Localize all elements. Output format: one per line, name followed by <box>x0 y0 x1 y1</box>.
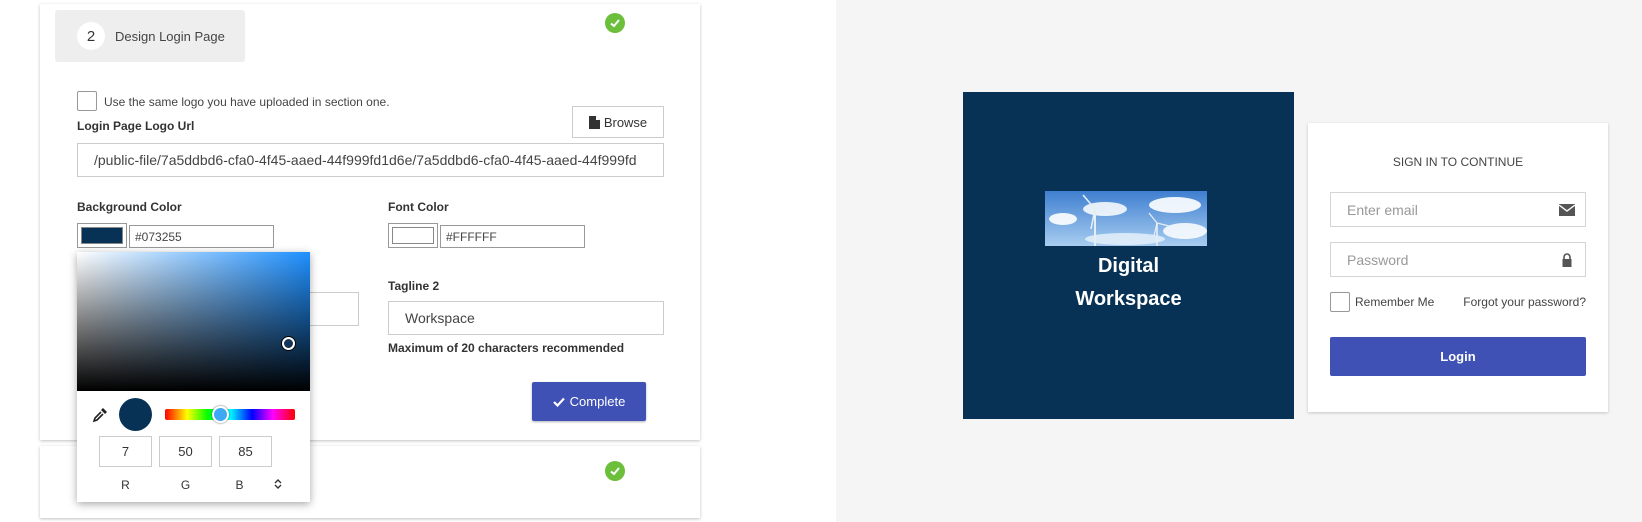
complete-button[interactable]: Complete <box>532 382 646 421</box>
background-color-label: Background Color <box>77 200 182 214</box>
tagline2-input[interactable]: Workspace <box>388 301 664 335</box>
login-button[interactable]: Login <box>1330 337 1586 376</box>
email-placeholder: Enter email <box>1347 201 1418 218</box>
logo-url-input[interactable]: /public-file/7a5ddbd6-cfa0-4f45-aaed-44f… <box>77 143 664 177</box>
blue-input[interactable]: 85 <box>219 436 272 467</box>
logo-url-label: Login Page Logo Url <box>77 119 195 133</box>
screen: 2 Design Login Page Use the same logo yo… <box>0 0 1642 522</box>
check-icon <box>552 397 565 407</box>
step-header[interactable]: 2 Design Login Page <box>55 10 245 62</box>
hue-slider-handle[interactable] <box>212 406 229 423</box>
red-label: R <box>121 478 130 492</box>
remember-me-checkbox[interactable] <box>1330 292 1350 312</box>
background-color-hex-input[interactable]: #073255 <box>129 225 274 248</box>
font-swatch-fill <box>392 227 434 244</box>
email-field[interactable]: Enter email <box>1330 192 1586 227</box>
color-picker-popup: 7 50 85 R G B <box>77 252 310 502</box>
green-label: G <box>180 478 191 492</box>
brand-tagline-2: Workspace <box>1075 288 1182 310</box>
file-icon <box>588 115 600 129</box>
brand-logo-image <box>1045 191 1207 246</box>
step-number: 2 <box>77 22 105 50</box>
background-swatch-fill <box>81 227 123 244</box>
settings-pane: 2 Design Login Page Use the same logo yo… <box>0 0 836 522</box>
brand-tagline-1: Digital <box>1097 255 1160 277</box>
saturation-value-area[interactable] <box>77 252 310 391</box>
mode-toggle-icon[interactable] <box>273 478 283 490</box>
hue-slider[interactable] <box>165 409 295 420</box>
password-placeholder: Password <box>1347 251 1409 268</box>
font-color-hex-input[interactable]: #FFFFFF <box>440 225 585 248</box>
next-step-check-icon <box>605 461 625 481</box>
background-color-swatch[interactable] <box>77 223 127 248</box>
browse-label: Browse <box>603 114 648 130</box>
font-color-swatch[interactable] <box>388 223 438 248</box>
eyedropper-icon[interactable] <box>91 406 109 424</box>
tagline2-label: Tagline 2 <box>388 279 440 293</box>
selected-color-preview <box>119 398 152 431</box>
green-input[interactable]: 50 <box>159 436 212 467</box>
brand-panel: Digital Workspace <box>963 92 1294 419</box>
saturation-handle[interactable] <box>282 337 295 350</box>
font-color-label: Font Color <box>388 200 449 214</box>
lock-icon <box>1562 253 1572 267</box>
same-logo-checkbox[interactable] <box>77 91 97 111</box>
forgot-password-link[interactable]: Forgot your password? <box>1463 295 1586 309</box>
password-field[interactable]: Password <box>1330 242 1586 277</box>
blue-label: B <box>235 478 244 492</box>
browse-button[interactable]: Browse <box>572 106 664 138</box>
signin-title: SIGN IN TO CONTINUE <box>1392 155 1524 169</box>
signin-card: SIGN IN TO CONTINUE Enter email Password… <box>1308 123 1608 412</box>
complete-label: Complete <box>569 394 626 409</box>
tagline2-hint: Maximum of 20 characters recommended <box>388 341 625 355</box>
step-title: Design Login Page <box>115 29 225 44</box>
red-input[interactable]: 7 <box>99 436 152 467</box>
same-logo-label: Use the same logo you have uploaded in s… <box>104 95 390 109</box>
step-complete-check-icon <box>605 13 625 33</box>
remember-me-label: Remember Me <box>1355 295 1435 309</box>
envelope-icon <box>1559 204 1575 216</box>
